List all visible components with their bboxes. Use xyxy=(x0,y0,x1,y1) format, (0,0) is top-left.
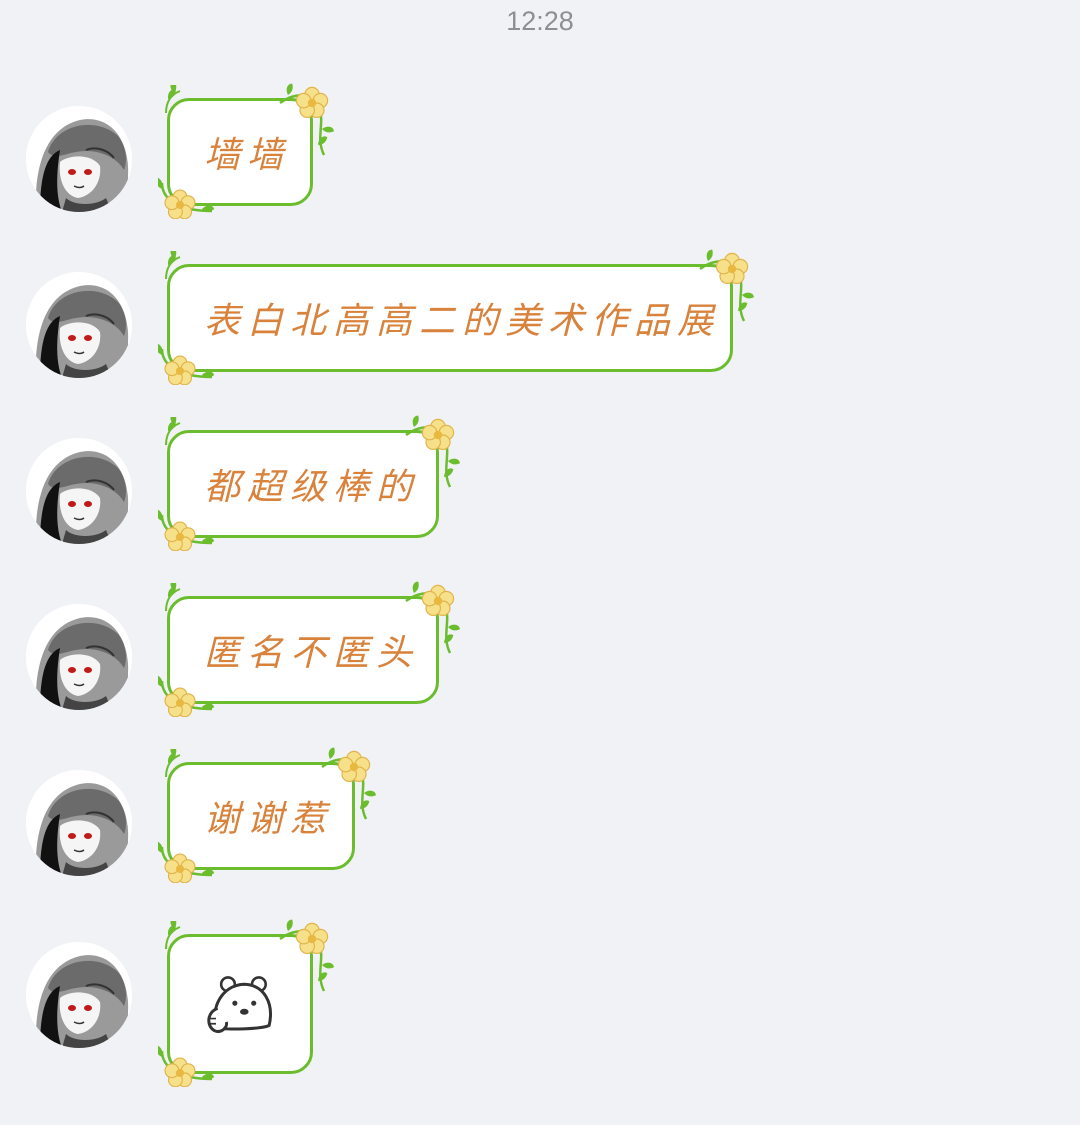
message-bubble[interactable]: 墙墙 xyxy=(158,82,335,219)
avatar[interactable] xyxy=(26,272,132,378)
message-text: 谢谢惹 xyxy=(204,799,334,840)
message-bubble[interactable]: 表白北高高二的美术作品展 xyxy=(158,248,755,385)
message-text: 匿名不匿头 xyxy=(204,633,420,674)
message-text: 表白北高高二的美术作品展 xyxy=(204,301,721,342)
vine-decoration-icon xyxy=(164,921,181,950)
avatar[interactable] xyxy=(26,942,132,1048)
message-bubble[interactable]: 谢谢惹 xyxy=(158,746,377,883)
avatar[interactable] xyxy=(26,604,132,710)
avatar[interactable] xyxy=(26,770,132,876)
flower-vine-icon xyxy=(279,918,335,992)
vine-decoration-icon xyxy=(164,583,181,612)
message-bubble[interactable]: 匿名不匿头 xyxy=(158,580,461,717)
sticker-bubble[interactable] xyxy=(158,918,335,1087)
message-text: 墙墙 xyxy=(204,135,291,176)
avatar[interactable] xyxy=(26,106,132,212)
message-text: 都超级棒的 xyxy=(204,467,420,508)
flower-vine-icon xyxy=(158,176,215,219)
vine-decoration-icon xyxy=(164,85,181,114)
flower-vine-icon xyxy=(158,342,215,385)
flower-vine-icon xyxy=(158,508,215,551)
chat-timestamp: 12:28 xyxy=(506,6,574,36)
flower-vine-icon xyxy=(158,674,215,717)
flower-vine-icon xyxy=(158,1044,215,1087)
bear-thinking-sticker-icon xyxy=(207,976,272,1033)
vine-decoration-icon xyxy=(164,749,181,778)
vine-decoration-icon xyxy=(164,417,181,446)
message-bubble[interactable]: 都超级棒的 xyxy=(158,414,461,551)
avatar[interactable] xyxy=(26,438,132,544)
flower-vine-icon xyxy=(158,840,215,883)
vine-decoration-icon xyxy=(164,251,181,280)
